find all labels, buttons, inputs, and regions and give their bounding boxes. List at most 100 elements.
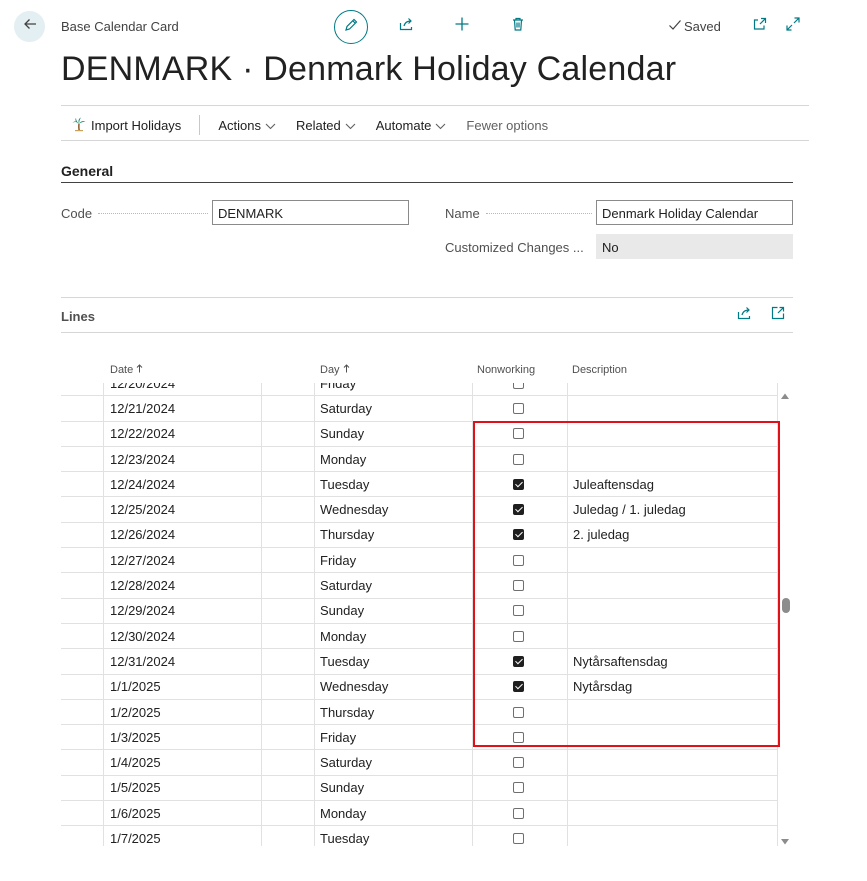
page-title: DENMARK · Denmark Holiday Calendar [61,50,677,88]
row-date[interactable]: 1/6/2025 [110,801,161,825]
related-menu[interactable]: Related [286,118,366,133]
delete-button[interactable] [508,16,528,36]
table-row[interactable]: 1/7/2025 Tuesday [61,826,778,846]
back-button[interactable] [14,11,45,42]
column-divider [314,623,315,649]
column-header-day-label: Day [320,364,340,376]
column-divider [314,522,315,548]
nonworking-checkbox[interactable] [513,757,524,769]
scrollbar-thumb[interactable] [782,598,790,613]
table-row[interactable]: 12/21/2024 Saturday [61,396,778,422]
column-divider [103,649,104,674]
code-leader-dots [98,213,208,214]
automate-menu[interactable]: Automate [366,118,457,133]
column-divider [314,548,315,573]
row-day: Saturday [320,578,373,594]
row-date[interactable]: 12/20/2024 [110,383,175,395]
table-row[interactable]: 1/6/2025 Monday [61,801,778,827]
row-date[interactable]: 12/28/2024 [110,573,175,597]
column-divider [314,699,315,725]
row-day: Wednesday [320,502,389,518]
row-date[interactable]: 1/7/2025 [110,826,161,846]
nonworking-checkbox[interactable] [513,807,524,819]
column-divider [314,383,315,396]
open-new-window-button[interactable] [750,16,770,36]
row-date[interactable]: 12/21/2024 [110,396,175,420]
column-divider [261,649,262,674]
row-date[interactable]: 12/27/2024 [110,548,175,572]
column-header-date[interactable]: Date [110,364,143,376]
row-nonworking-cell [513,750,524,774]
column-divider [261,421,262,446]
nonworking-checkbox[interactable] [513,383,524,389]
scroll-down-arrow-icon[interactable] [780,833,790,851]
row-date[interactable]: 1/2/2025 [110,700,161,724]
row-day: Saturday [320,400,373,416]
row-day: Tuesday [320,476,370,492]
nonworking-checkbox[interactable] [513,402,524,414]
row-day: Sunday [320,426,365,442]
column-divider [103,775,104,801]
plus-icon [454,16,470,37]
row-day: Wednesday [320,679,389,695]
general-section-title[interactable]: General [61,163,113,179]
share-button[interactable] [396,16,416,36]
column-divider [567,826,568,846]
column-divider [103,623,104,649]
expand-button[interactable] [783,16,803,36]
column-header-day[interactable]: Day [320,364,350,376]
code-field[interactable]: DENMARK [212,200,409,225]
row-date[interactable]: 12/25/2024 [110,497,175,521]
expand-icon [785,16,801,37]
column-divider [472,396,473,421]
column-divider [261,725,262,750]
column-divider [472,383,473,396]
row-day: Monday [320,628,367,644]
open-in-pane-icon [770,305,786,326]
column-divider [103,421,104,446]
highlight-box [473,421,780,747]
column-divider [314,472,315,497]
lines-section-title[interactable]: Lines [61,309,95,324]
row-date[interactable]: 1/5/2025 [110,776,161,800]
fewer-options-button[interactable]: Fewer options [456,118,558,133]
column-header-description[interactable]: Description [572,364,627,376]
column-divider [261,497,262,522]
row-date[interactable]: 12/29/2024 [110,599,175,623]
column-divider [472,801,473,826]
edit-button[interactable] [334,10,368,44]
scroll-up-arrow-icon[interactable] [780,387,790,405]
lines-expand-button[interactable] [768,305,788,325]
nonworking-checkbox[interactable] [513,832,524,844]
row-date[interactable]: 12/23/2024 [110,447,175,471]
row-nonworking-cell [513,826,524,846]
new-button[interactable] [452,16,472,36]
name-label: Name [445,206,480,221]
column-divider [103,446,104,472]
table-row[interactable]: 12/20/2024 Friday [61,383,778,397]
table-row[interactable]: 1/4/2025 Saturday [61,750,778,776]
breadcrumb[interactable]: Base Calendar Card [61,19,179,34]
column-header-date-label: Date [110,364,134,376]
actions-menu[interactable]: Actions [208,118,286,133]
row-date[interactable]: 12/22/2024 [110,422,175,446]
row-day: Friday [320,383,357,391]
column-header-nonworking[interactable]: Nonworking [477,364,535,376]
column-divider [261,699,262,725]
lines-share-button[interactable] [734,305,754,325]
row-date[interactable]: 1/3/2025 [110,725,161,749]
open-new-window-icon [752,16,768,37]
import-holidays-button[interactable]: Import Holidays [61,116,191,135]
row-nonworking-cell [513,801,524,825]
row-date[interactable]: 12/30/2024 [110,624,175,648]
row-date[interactable]: 1/4/2025 [110,750,161,774]
checkmark-icon [668,19,682,34]
name-field[interactable]: Denmark Holiday Calendar [596,200,793,225]
column-divider [103,826,104,846]
nonworking-checkbox[interactable] [513,782,524,794]
row-date[interactable]: 12/24/2024 [110,472,175,496]
row-date[interactable]: 12/26/2024 [110,523,175,547]
table-row[interactable]: 1/5/2025 Sunday [61,775,778,802]
row-date[interactable]: 12/31/2024 [110,649,175,673]
row-date[interactable]: 1/1/2025 [110,675,161,699]
